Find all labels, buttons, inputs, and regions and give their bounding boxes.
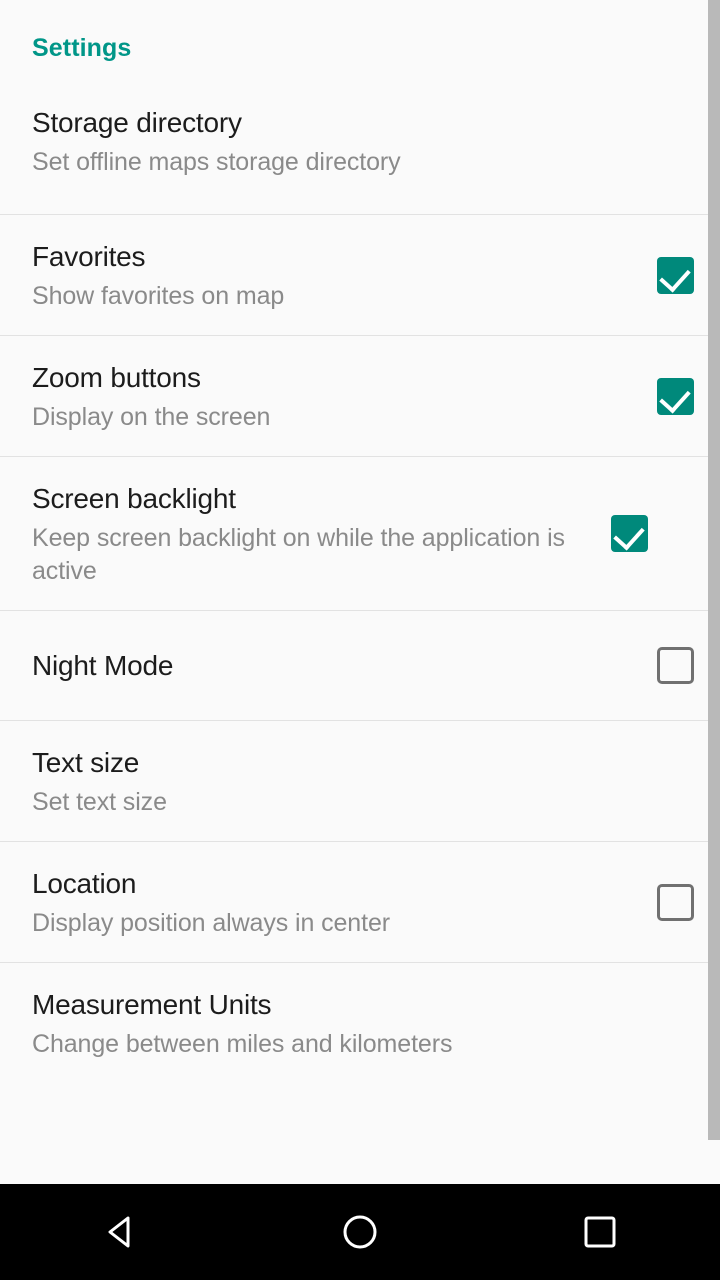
nav-back-button[interactable] bbox=[40, 1184, 200, 1280]
pref-text-block: Screen backlight Keep screen backlight o… bbox=[32, 457, 592, 610]
pref-row-location[interactable]: Location Display position always in cent… bbox=[0, 842, 720, 963]
pref-row-measurement-units[interactable]: Measurement Units Change between miles a… bbox=[0, 963, 720, 1083]
pref-summary: Set offline maps storage directory bbox=[32, 148, 401, 176]
pref-row-zoom-buttons[interactable]: Zoom buttons Display on the screen bbox=[0, 336, 720, 457]
nav-recents-button[interactable] bbox=[520, 1184, 680, 1280]
nav-home-button[interactable] bbox=[280, 1184, 440, 1280]
pref-row-screen-backlight[interactable]: Screen backlight Keep screen backlight o… bbox=[0, 457, 720, 611]
pref-row-favorites[interactable]: Favorites Show favorites on map bbox=[0, 215, 720, 336]
pref-summary: Display position always in center bbox=[32, 909, 390, 937]
checkbox-screen-backlight[interactable] bbox=[610, 515, 648, 552]
android-navigation-bar bbox=[0, 1184, 720, 1280]
pref-title: Zoom buttons bbox=[32, 362, 201, 393]
pref-row-storage-directory[interactable]: Storage directory Set offline maps stora… bbox=[0, 90, 720, 215]
home-circle-icon bbox=[339, 1211, 381, 1253]
pref-summary: Display on the screen bbox=[32, 403, 271, 431]
pref-title: Storage directory bbox=[32, 107, 242, 138]
scrollbar-thumb[interactable] bbox=[708, 0, 720, 1140]
pref-summary: Keep screen backlight on while the appli… bbox=[32, 524, 565, 585]
checkbox-container[interactable] bbox=[652, 647, 698, 684]
scrollbar-track[interactable] bbox=[708, 0, 720, 1184]
checkbox-container[interactable] bbox=[652, 256, 698, 294]
settings-list[interactable]: Settings Storage directory Set offline m… bbox=[0, 0, 720, 1184]
checkbox-location[interactable] bbox=[656, 883, 694, 921]
pref-text-block: Text size Set text size bbox=[32, 721, 698, 841]
pref-title: Favorites bbox=[32, 241, 146, 272]
section-title: Settings bbox=[32, 34, 132, 62]
pref-title: Measurement Units bbox=[32, 989, 272, 1020]
pref-title: Screen backlight bbox=[32, 483, 236, 514]
pref-text-block: Zoom buttons Display on the screen bbox=[32, 336, 638, 456]
checkbox-container[interactable] bbox=[652, 883, 698, 921]
pref-text-block: Favorites Show favorites on map bbox=[32, 215, 638, 335]
checkbox-container[interactable] bbox=[652, 377, 698, 415]
settings-section-header: Settings bbox=[0, 0, 720, 90]
pref-title: Location bbox=[32, 868, 137, 899]
pref-text-block: Measurement Units Change between miles a… bbox=[32, 963, 698, 1083]
checkbox-zoom-buttons[interactable] bbox=[656, 377, 694, 415]
back-triangle-icon bbox=[99, 1211, 141, 1253]
checkbox-container[interactable] bbox=[606, 515, 652, 552]
pref-summary: Show favorites on map bbox=[32, 282, 285, 310]
pref-row-text-size[interactable]: Text size Set text size bbox=[0, 721, 720, 842]
recents-square-icon bbox=[579, 1211, 621, 1253]
checkbox-night-mode[interactable] bbox=[656, 647, 694, 684]
pref-text-block: Storage directory Set offline maps stora… bbox=[32, 103, 698, 201]
pref-text-block: Location Display position always in cent… bbox=[32, 842, 638, 962]
settings-screen: Settings Storage directory Set offline m… bbox=[0, 0, 720, 1280]
pref-title: Text size bbox=[32, 747, 140, 778]
pref-summary: Change between miles and kilometers bbox=[32, 1030, 453, 1058]
pref-text-block: Night Mode bbox=[32, 624, 638, 708]
pref-summary: Set text size bbox=[32, 788, 167, 816]
checkbox-favorites[interactable] bbox=[656, 256, 694, 294]
pref-title: Night Mode bbox=[32, 649, 174, 681]
pref-row-night-mode[interactable]: Night Mode bbox=[0, 611, 720, 721]
